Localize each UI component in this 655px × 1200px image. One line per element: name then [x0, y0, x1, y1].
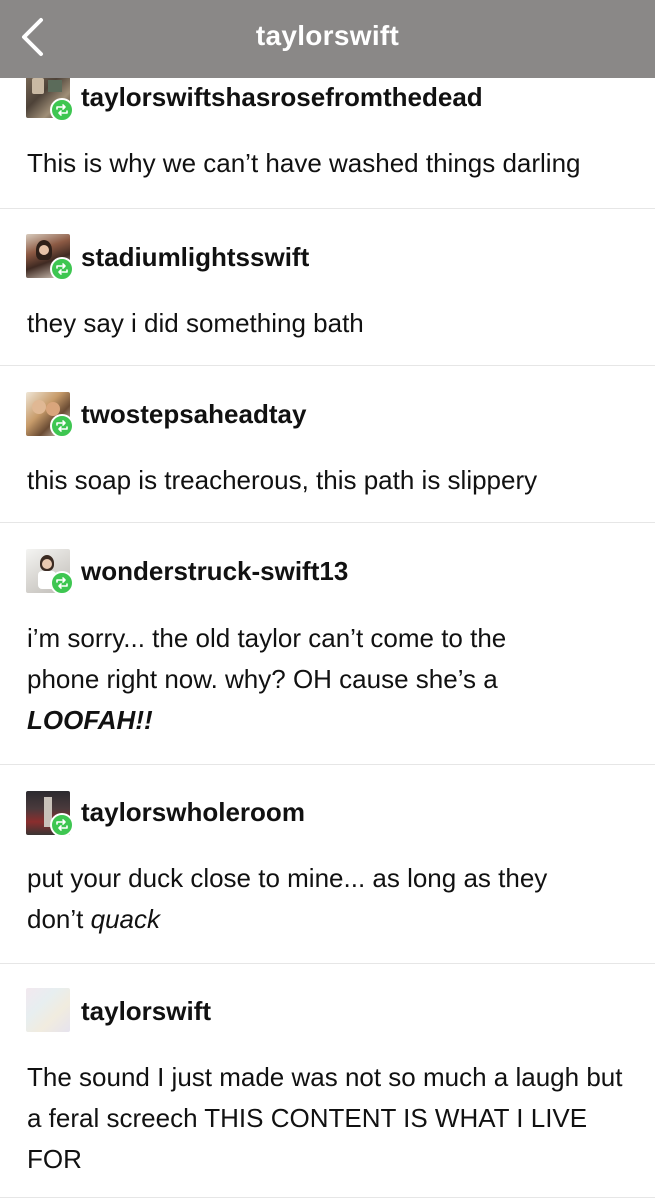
list-item: stadiumlightsswift they say i did someth…: [0, 209, 655, 366]
post-text: this soap is treacherous, this path is s…: [27, 465, 538, 495]
back-button[interactable]: [10, 12, 54, 62]
chevron-left-icon: [22, 18, 43, 56]
list-item: wonderstruck-swift13 i’m sorry... the ol…: [0, 523, 655, 765]
post-text-fragment: don’t: [27, 904, 91, 934]
post-text: i’m sorry... the old taylor can’t come t…: [27, 618, 637, 741]
username[interactable]: stadiumlightsswift: [81, 242, 309, 273]
username[interactable]: taylorswholeroom: [81, 797, 305, 828]
username[interactable]: wonderstruck-swift13: [81, 556, 348, 587]
username[interactable]: taylorswiftshasrosefromthedead: [81, 82, 483, 113]
page-title: taylorswift: [255, 20, 400, 51]
list-item: taylorswift The sound I just made was no…: [0, 964, 655, 1198]
reblog-icon: [50, 571, 74, 595]
post-text-line: phone right now. why? OH cause she’s a: [27, 664, 498, 694]
post-text-line: put your duck close to mine... as long a…: [27, 863, 548, 893]
reblog-icon: [50, 98, 74, 122]
username[interactable]: twostepsaheadtay: [81, 399, 306, 430]
post-text: put your duck close to mine... as long a…: [27, 858, 637, 940]
post-text: they say i did something bath: [27, 308, 364, 338]
avatar[interactable]: [26, 988, 70, 1032]
reblog-thread: taylorswiftshasrosefromthedead This is w…: [0, 74, 655, 1198]
list-item: taylorswholeroom put your duck close to …: [0, 765, 655, 964]
post-text-emphasis: LOOFAH!!: [27, 705, 153, 735]
reblog-icon: [50, 414, 74, 438]
post-text-line: i’m sorry... the old taylor can’t come t…: [27, 623, 507, 653]
post-text: This is why we can’t have washed things …: [27, 148, 581, 178]
reblog-icon: [50, 257, 74, 281]
post-text: The sound I just made was not so much a …: [27, 1062, 623, 1174]
list-item: twostepsaheadtay this soap is treacherou…: [0, 366, 655, 523]
username[interactable]: taylorswift: [81, 996, 211, 1027]
top-bar: taylorswift: [0, 0, 655, 78]
post-text-emphasis: quack: [90, 904, 160, 934]
list-item: taylorswiftshasrosefromthedead This is w…: [0, 74, 655, 209]
reblog-icon: [50, 813, 74, 837]
post-text-line: don’t quack: [27, 899, 637, 940]
